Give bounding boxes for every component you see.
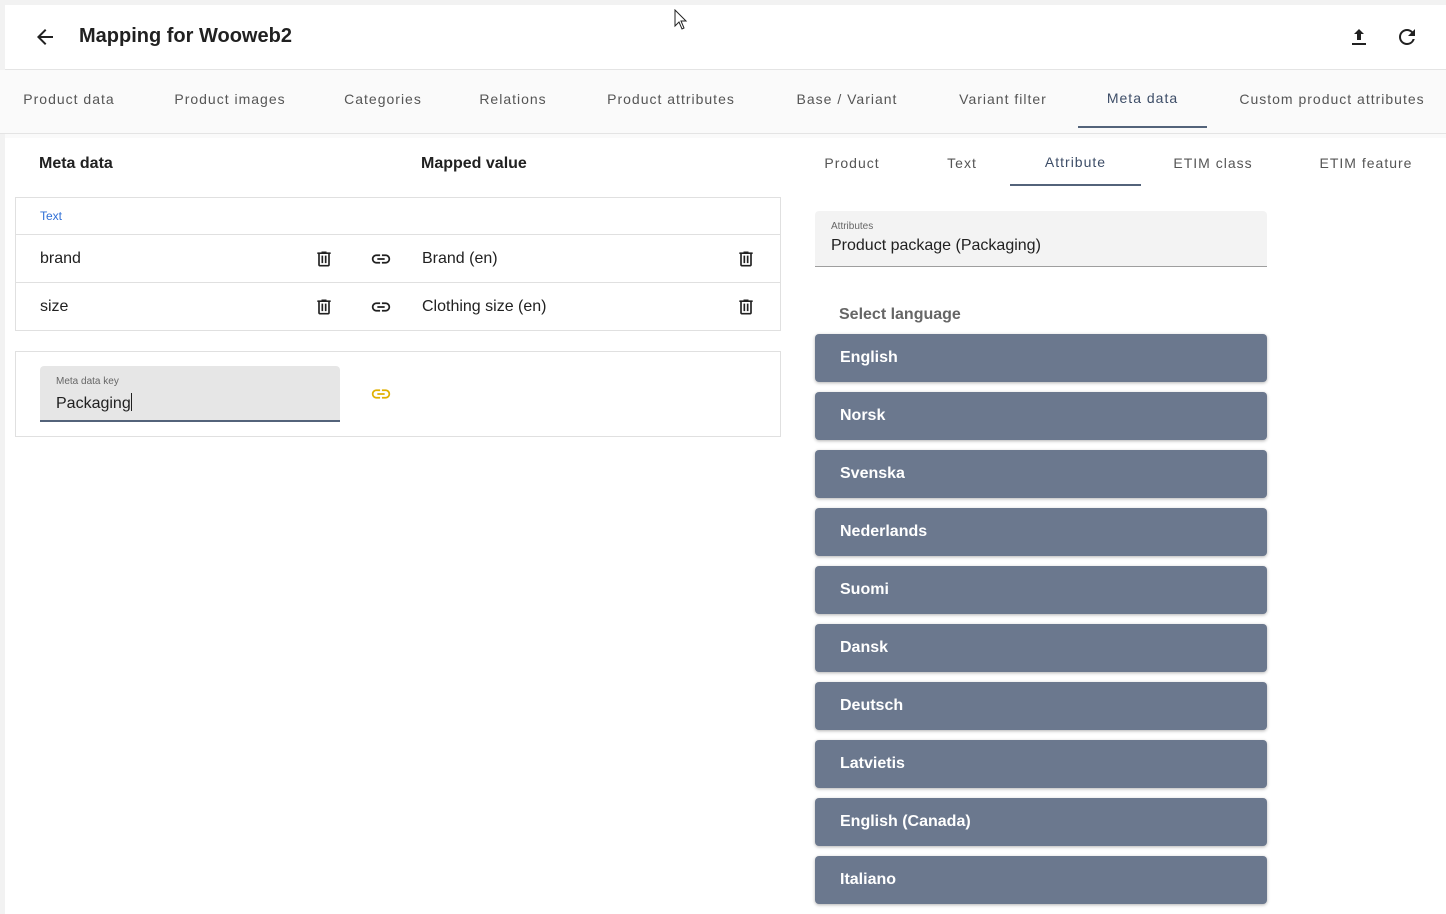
tab-relations[interactable]: Relations <box>463 70 563 128</box>
trash-icon <box>739 251 753 267</box>
mapping-row-key: brand <box>40 250 81 267</box>
new-mapping-card: Meta data key Packaging <box>15 351 781 437</box>
delete-value-button[interactable] <box>730 291 762 323</box>
tab-custom-product-attributes[interactable]: Custom product attributes <box>1228 70 1436 128</box>
language-button-english[interactable]: English <box>815 334 1267 382</box>
refresh-icon <box>1399 29 1415 45</box>
meta-data-key-input[interactable]: Packaging <box>56 393 132 413</box>
page-title: Mapping for Wooweb2 <box>79 25 292 47</box>
mapping-row-value: Brand (en) <box>422 250 498 267</box>
tab-product-attributes[interactable]: Product attributes <box>590 70 752 128</box>
attributes-value: Product package (Packaging) <box>831 237 1041 254</box>
mapping-row: brand Brand (en) <box>16 234 780 282</box>
mapping-row-value: Clothing size (en) <box>422 298 547 315</box>
tab-product-data[interactable]: Product data <box>0 70 138 128</box>
meta-data-key-label: Meta data key <box>56 376 119 387</box>
link-icon <box>371 302 391 312</box>
attributes-select[interactable]: Attributes Product package (Packaging) <box>815 211 1267 267</box>
link-icon <box>371 254 391 264</box>
top-bar: Mapping for Wooweb2 <box>5 5 1446 70</box>
tab-categories[interactable]: Categories <box>325 70 441 128</box>
source-tab-attribute[interactable]: Attribute <box>1010 140 1141 186</box>
arrow-left-icon <box>37 29 53 45</box>
delete-key-button[interactable] <box>308 291 340 323</box>
language-button-nederlands[interactable]: Nederlands <box>815 508 1267 556</box>
language-button-norsk[interactable]: Norsk <box>815 392 1267 440</box>
delete-key-button[interactable] <box>308 243 340 275</box>
language-button-english-canada[interactable]: English (Canada) <box>815 798 1267 846</box>
link-icon <box>371 389 391 399</box>
mapping-row-key: size <box>40 298 69 315</box>
mapping-row: size Clothing size (en) <box>16 282 780 330</box>
text-caret <box>130 393 132 411</box>
tab-meta-data[interactable]: Meta data <box>1078 70 1207 128</box>
link-button[interactable] <box>365 243 397 275</box>
trash-icon <box>317 299 331 315</box>
language-button-dansk[interactable]: Dansk <box>815 624 1267 672</box>
select-language-heading: Select language <box>839 306 961 323</box>
language-button-deutsch[interactable]: Deutsch <box>815 682 1267 730</box>
tab-variant-filter[interactable]: Variant filter <box>940 70 1066 128</box>
main-tab-bar: Product data Product images Categories R… <box>0 70 1446 134</box>
attributes-label: Attributes <box>831 221 874 232</box>
language-button-svenska[interactable]: Svenska <box>815 450 1267 498</box>
meta-data-key-value: Packaging <box>56 395 131 412</box>
link-new-button[interactable] <box>365 378 397 410</box>
tab-base-variant[interactable]: Base / Variant <box>780 70 914 128</box>
upload-button[interactable] <box>1339 17 1379 57</box>
text-mapping-card: Text brand Brand (en) size Clothing size… <box>15 197 781 331</box>
language-button-latvietis[interactable]: Latvietis <box>815 740 1267 788</box>
language-button-suomi[interactable]: Suomi <box>815 566 1267 614</box>
section-label-text: Text <box>40 209 63 223</box>
language-button-italiano[interactable]: Italiano <box>815 856 1267 904</box>
source-tab-etim-feature[interactable]: ETIM feature <box>1306 140 1426 186</box>
source-tab-product[interactable]: Product <box>815 140 889 186</box>
refresh-button[interactable] <box>1387 17 1427 57</box>
trash-icon <box>739 299 753 315</box>
source-tab-text[interactable]: Text <box>930 140 994 186</box>
source-tab-etim-class[interactable]: ETIM class <box>1160 140 1266 186</box>
link-button[interactable] <box>365 291 397 323</box>
trash-icon <box>317 251 331 267</box>
column-header-meta-data: Meta data <box>39 155 113 172</box>
column-header-mapped-value: Mapped value <box>421 155 527 172</box>
meta-data-key-field[interactable]: Meta data key Packaging <box>40 366 340 422</box>
delete-value-button[interactable] <box>730 243 762 275</box>
upload-icon <box>1352 29 1366 45</box>
back-button[interactable] <box>25 17 65 57</box>
tab-product-images[interactable]: Product images <box>158 70 302 128</box>
mouse-cursor-icon <box>674 9 688 30</box>
